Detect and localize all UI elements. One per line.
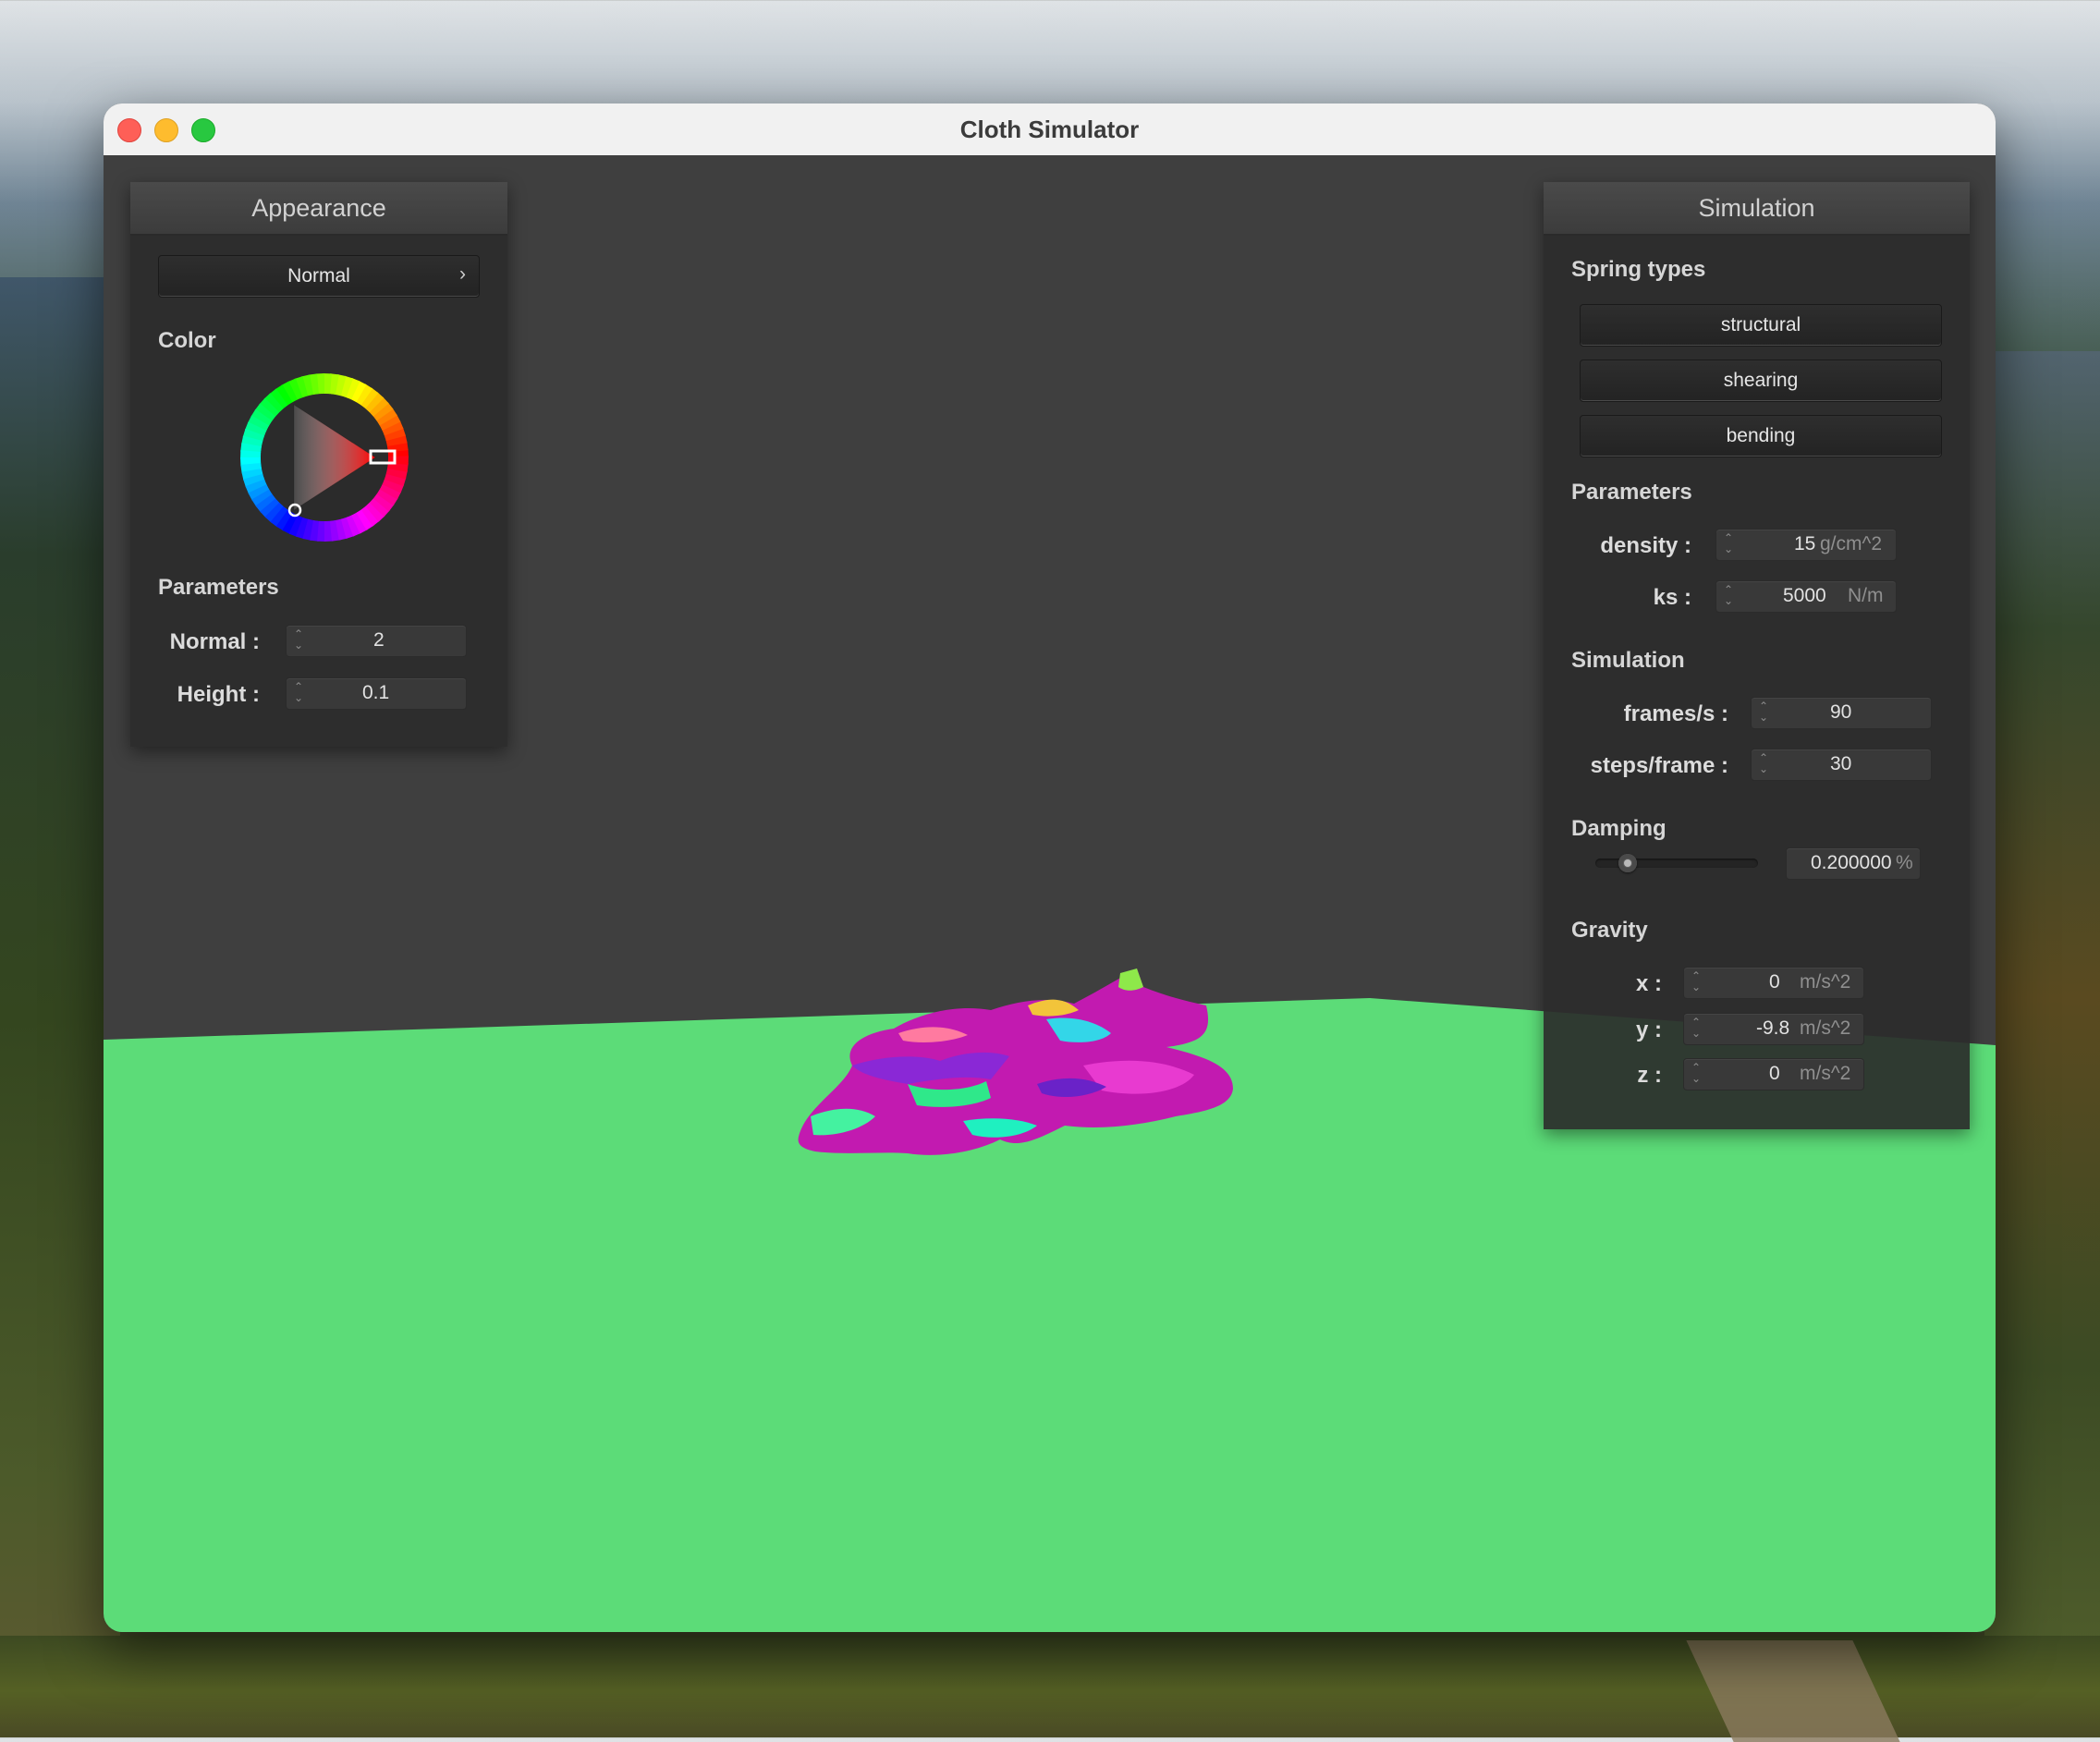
gravity-z-unit: m/s^2 [1800, 1063, 1851, 1084]
damping-label: Damping [1571, 816, 1667, 841]
gravity-y-input[interactable]: ⌃ ⌄ -9.8 m/s^2 [1683, 1013, 1864, 1045]
gravity-x-input[interactable]: ⌃ ⌄ 0 m/s^2 [1683, 967, 1864, 999]
simulation-parameters-label: Parameters [1571, 480, 1692, 505]
steps-stepper[interactable]: ⌃ ⌄ [1758, 752, 1769, 777]
ks-stepper[interactable]: ⌃ ⌄ [1723, 584, 1734, 609]
chevron-right-icon: › [459, 263, 466, 285]
shearing-button[interactable]: shearing [1580, 359, 1942, 402]
ks-input[interactable]: ⌃ ⌄ 5000 N/m [1715, 580, 1897, 613]
shader-select-value: Normal [287, 265, 350, 286]
gravity-x-stepper[interactable]: ⌃ ⌄ [1691, 970, 1702, 995]
gravity-z-value: 0 [1769, 1063, 1780, 1084]
frames-label: frames/s : [1623, 701, 1728, 726]
steps-input[interactable]: ⌃ ⌄ 30 [1751, 749, 1932, 781]
color-label: Color [158, 328, 216, 353]
height-label: Height : [177, 682, 260, 707]
density-input[interactable]: ⌃ ⌄ 15 g/cm^2 [1715, 529, 1897, 561]
structural-button[interactable]: structural [1580, 304, 1942, 347]
gravity-label: Gravity [1571, 918, 1648, 943]
gravity-z-stepper[interactable]: ⌃ ⌄ [1691, 1062, 1702, 1087]
damping-input[interactable]: 0.200000 % [1786, 847, 1921, 880]
steps-value: 30 [1830, 753, 1852, 774]
wallpaper-left [0, 277, 120, 1663]
steps-label: steps/frame : [1590, 753, 1728, 778]
title-bar: Cloth Simulator [104, 104, 1996, 156]
damping-value: 0.200000 [1811, 852, 1892, 873]
gravity-y-value: -9.8 [1756, 1017, 1790, 1039]
gravity-x-value: 0 [1769, 971, 1780, 993]
frames-stepper[interactable]: ⌃ ⌄ [1758, 700, 1769, 725]
height-stepper[interactable]: ⌃ ⌄ [293, 681, 304, 706]
appearance-parameters-label: Parameters [158, 575, 279, 600]
app-window: Cloth Simulator Appearance Normal › Colo… [104, 104, 1996, 1632]
bending-button[interactable]: bending [1580, 415, 1942, 457]
density-value: 15 [1794, 533, 1816, 554]
height-value: 0.1 [362, 682, 390, 703]
ks-label: ks : [1653, 585, 1691, 610]
simulation-section-label: Simulation [1571, 648, 1685, 673]
ks-value: 5000 [1783, 585, 1826, 606]
simulation-header: Simulation [1544, 182, 1970, 236]
normal-stepper[interactable]: ⌃ ⌄ [293, 628, 304, 653]
wallpaper-right [1984, 351, 2100, 1645]
normal-value: 2 [373, 629, 385, 651]
gravity-y-label: y : [1635, 1017, 1662, 1042]
damping-slider[interactable] [1595, 854, 1758, 872]
color-wheel[interactable] [237, 372, 421, 557]
render-viewport[interactable]: Appearance Normal › Color Parameters Nor… [104, 155, 1996, 1632]
window-title: Cloth Simulator [959, 116, 1140, 143]
gravity-x-label: x : [1635, 971, 1662, 996]
frames-value: 90 [1830, 701, 1852, 723]
damping-unit: % [1896, 852, 1913, 873]
gravity-z-label: z : [1637, 1063, 1662, 1088]
gravity-x-unit: m/s^2 [1800, 971, 1851, 993]
normal-label: Normal : [169, 629, 260, 654]
height-input[interactable]: ⌃ ⌄ 0.1 [286, 677, 467, 710]
ks-unit: N/m [1848, 585, 1884, 606]
spring-types-label: Spring types [1571, 257, 1706, 282]
gravity-z-input[interactable]: ⌃ ⌄ 0 m/s^2 [1683, 1058, 1864, 1090]
density-label: density : [1600, 533, 1691, 558]
simulation-panel: Simulation Spring types structural shear… [1544, 182, 1970, 1129]
normal-input[interactable]: ⌃ ⌄ 2 [286, 625, 467, 657]
appearance-panel: Appearance Normal › Color Parameters Nor… [130, 182, 507, 747]
frames-input[interactable]: ⌃ ⌄ 90 [1751, 697, 1932, 729]
damping-slider-knob[interactable] [1618, 854, 1638, 872]
shader-select[interactable]: Normal › [158, 255, 480, 298]
appearance-header: Appearance [130, 182, 507, 236]
density-unit: g/cm^2 [1820, 533, 1883, 554]
gravity-y-unit: m/s^2 [1800, 1017, 1851, 1039]
density-stepper[interactable]: ⌃ ⌄ [1723, 532, 1734, 557]
gravity-y-stepper[interactable]: ⌃ ⌄ [1691, 1017, 1702, 1042]
